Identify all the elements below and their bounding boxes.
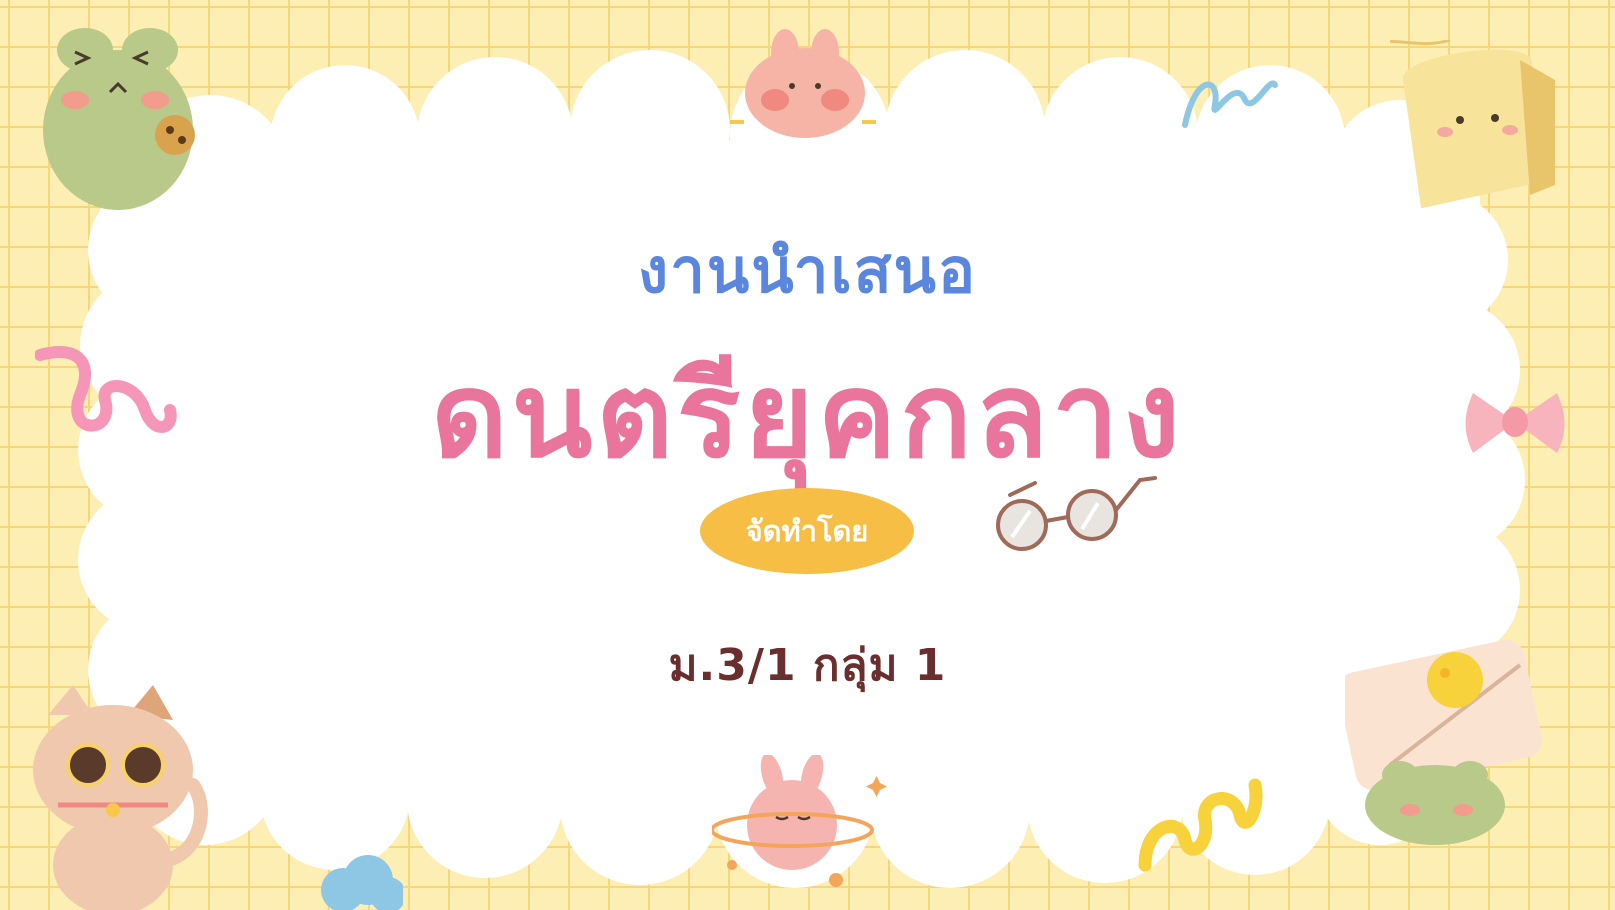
presenter-label-pill: จัดทำโดย — [700, 488, 914, 574]
slide-subtitle: งานนำเสนอ — [637, 234, 978, 307]
swirl-icon — [1182, 80, 1278, 128]
squiggle-icon — [1138, 778, 1263, 872]
bunny-sticker — [730, 29, 876, 138]
slide-title: ดนตรียุคกลาง — [430, 346, 1184, 484]
frog-sticker — [43, 28, 195, 210]
cat-sticker — [33, 685, 208, 910]
toast-sticker — [1390, 40, 1555, 209]
group-label: ม.3/1 กลุ่ม 1 — [668, 640, 947, 691]
cloud-icon — [321, 855, 403, 910]
planet-bunny-sticker — [712, 755, 887, 887]
presenter-label: จัดทำโดย — [745, 514, 869, 548]
